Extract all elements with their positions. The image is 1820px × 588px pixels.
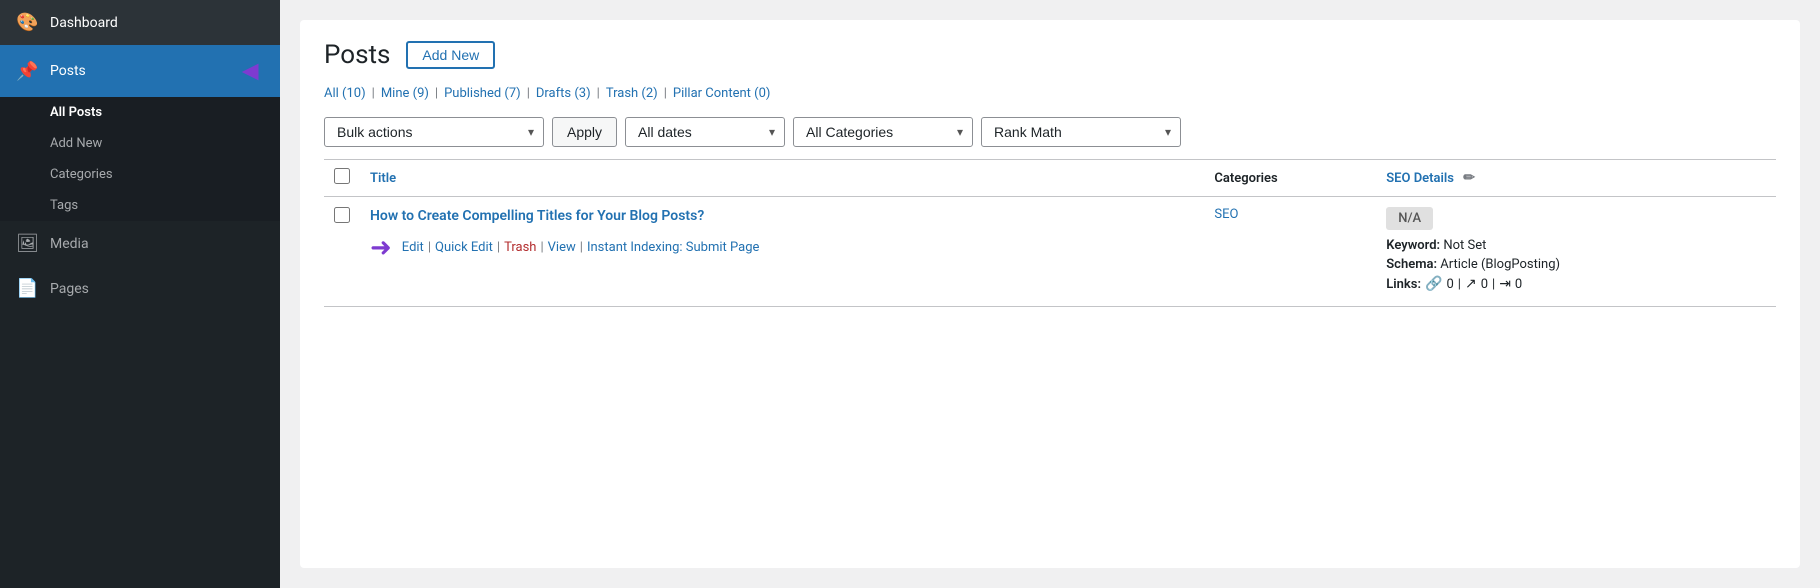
row-checkbox-cell xyxy=(324,197,360,307)
sidebar-item-add-new[interactable]: Add New xyxy=(0,128,280,159)
apply-button[interactable]: Apply xyxy=(552,117,617,147)
table-header-row: Title Categories SEO Details ✏ xyxy=(324,160,1776,197)
categories-wrapper: All Categories xyxy=(793,117,973,147)
main-content: Posts Add New All (10) | Mine (9) | Publ… xyxy=(280,0,1820,588)
select-all-header xyxy=(324,160,360,197)
bulk-actions-select[interactable]: Bulk actions Edit Move to Trash xyxy=(324,117,544,147)
external-link-count: 0 xyxy=(1481,277,1488,292)
post-title-cell: How to Create Compelling Titles for Your… xyxy=(360,197,1204,307)
content-area: Posts Add New All (10) | Mine (9) | Publ… xyxy=(300,20,1800,568)
category-link[interactable]: SEO xyxy=(1214,207,1238,222)
select-all-checkbox[interactable] xyxy=(334,168,350,184)
post-title-link[interactable]: How to Create Compelling Titles for Your… xyxy=(370,208,704,224)
seo-badge: N/A xyxy=(1386,207,1433,230)
internal-link-count: 0 xyxy=(1446,277,1453,292)
view-link[interactable]: View xyxy=(548,240,576,255)
sidebar-item-dashboard[interactable]: 🎨 Dashboard xyxy=(0,0,280,45)
instant-indexing-link[interactable]: Instant Indexing: Submit Page xyxy=(587,240,759,255)
rank-math-select[interactable]: Rank Math xyxy=(981,117,1181,147)
schema-value: Article (BlogPosting) xyxy=(1440,257,1560,272)
category-cell: SEO xyxy=(1204,197,1376,307)
filter-pillar[interactable]: Pillar Content (0) xyxy=(673,86,771,101)
filter-published[interactable]: Published (7) xyxy=(444,86,521,101)
seo-details-label: SEO Details xyxy=(1386,171,1454,186)
sidebar-item-pages[interactable]: 📄 Pages xyxy=(0,266,280,311)
sidebar-item-media[interactable]: 🖼 Media xyxy=(0,221,280,266)
all-posts-label: All Posts xyxy=(50,105,102,120)
table-row: How to Create Compelling Titles for Your… xyxy=(324,197,1776,307)
title-column-header[interactable]: Title xyxy=(360,160,1204,197)
sidebar-item-all-posts[interactable]: All Posts xyxy=(0,97,280,128)
seo-column-header: SEO Details ✏ xyxy=(1376,160,1776,197)
categories-label: Categories xyxy=(50,167,113,182)
filter-trash[interactable]: Trash (2) xyxy=(606,86,658,101)
dashboard-icon: 🎨 xyxy=(16,12,38,33)
pages-icon: 📄 xyxy=(16,278,38,299)
sidebar-item-label: Pages xyxy=(50,281,89,297)
filter-all[interactable]: All (10) xyxy=(324,86,366,101)
arrow-left-icon: ◄ xyxy=(236,57,264,85)
categories-select[interactable]: All Categories xyxy=(793,117,973,147)
rank-math-wrapper: Rank Math xyxy=(981,117,1181,147)
posts-submenu: All Posts Add New Categories Tags xyxy=(0,97,280,221)
affiliate-link-icon: ⇥ xyxy=(1499,276,1511,292)
keyword-row: Keyword: Not Set xyxy=(1386,238,1766,253)
quick-edit-link[interactable]: Quick Edit xyxy=(435,240,493,255)
edit-seo-icon[interactable]: ✏ xyxy=(1463,170,1475,186)
sidebar-item-label: Dashboard xyxy=(50,15,118,31)
sidebar-item-label: Posts xyxy=(50,63,86,79)
seo-cell: N/A Keyword: Not Set Schema: Article (Bl… xyxy=(1376,197,1776,307)
sidebar-item-label: Media xyxy=(50,236,89,252)
edit-link[interactable]: Edit xyxy=(402,240,424,255)
filter-drafts[interactable]: Drafts (3) xyxy=(536,86,591,101)
external-link-icon: ↗ xyxy=(1465,276,1477,292)
title-sort-link[interactable]: Title xyxy=(370,171,396,186)
posts-table: Title Categories SEO Details ✏ How to Cr… xyxy=(324,159,1776,307)
row-actions: ➜ Edit | Quick Edit | Trash | View | Ins… xyxy=(370,233,1194,263)
links-row: Links: 🔗 0 | ↗ 0 | ⇥ 0 xyxy=(1386,276,1766,292)
arrow-right-icon: ➜ xyxy=(370,233,392,263)
sidebar-item-categories[interactable]: Categories xyxy=(0,159,280,190)
dates-select[interactable]: All dates xyxy=(625,117,785,147)
affiliate-link-count: 0 xyxy=(1515,277,1522,292)
posts-icon: 📌 xyxy=(16,61,38,82)
internal-link-icon: 🔗 xyxy=(1425,276,1442,292)
keyword-value: Not Set xyxy=(1443,238,1486,253)
dates-wrapper: All dates xyxy=(625,117,785,147)
filter-mine[interactable]: Mine (9) xyxy=(381,86,429,101)
add-new-label: Add New xyxy=(50,136,102,151)
bulk-actions-wrapper: Bulk actions Edit Move to Trash xyxy=(324,117,544,147)
filter-links: All (10) | Mine (9) | Published (7) | Dr… xyxy=(324,86,1776,101)
toolbar: Bulk actions Edit Move to Trash Apply Al… xyxy=(324,117,1776,159)
row-checkbox[interactable] xyxy=(334,207,350,223)
trash-link[interactable]: Trash xyxy=(504,240,536,255)
page-header: Posts Add New xyxy=(324,40,1776,70)
schema-row: Schema: Article (BlogPosting) xyxy=(1386,257,1766,272)
sidebar: 🎨 Dashboard 📌 Posts ◄ All Posts Add New … xyxy=(0,0,280,588)
page-title: Posts xyxy=(324,40,390,70)
add-new-button[interactable]: Add New xyxy=(406,41,495,69)
sidebar-item-posts[interactable]: 📌 Posts ◄ xyxy=(0,45,280,97)
sidebar-item-tags[interactable]: Tags xyxy=(0,190,280,221)
tags-label: Tags xyxy=(50,198,78,213)
categories-column-header: Categories xyxy=(1204,160,1376,197)
media-icon: 🖼 xyxy=(16,233,38,254)
